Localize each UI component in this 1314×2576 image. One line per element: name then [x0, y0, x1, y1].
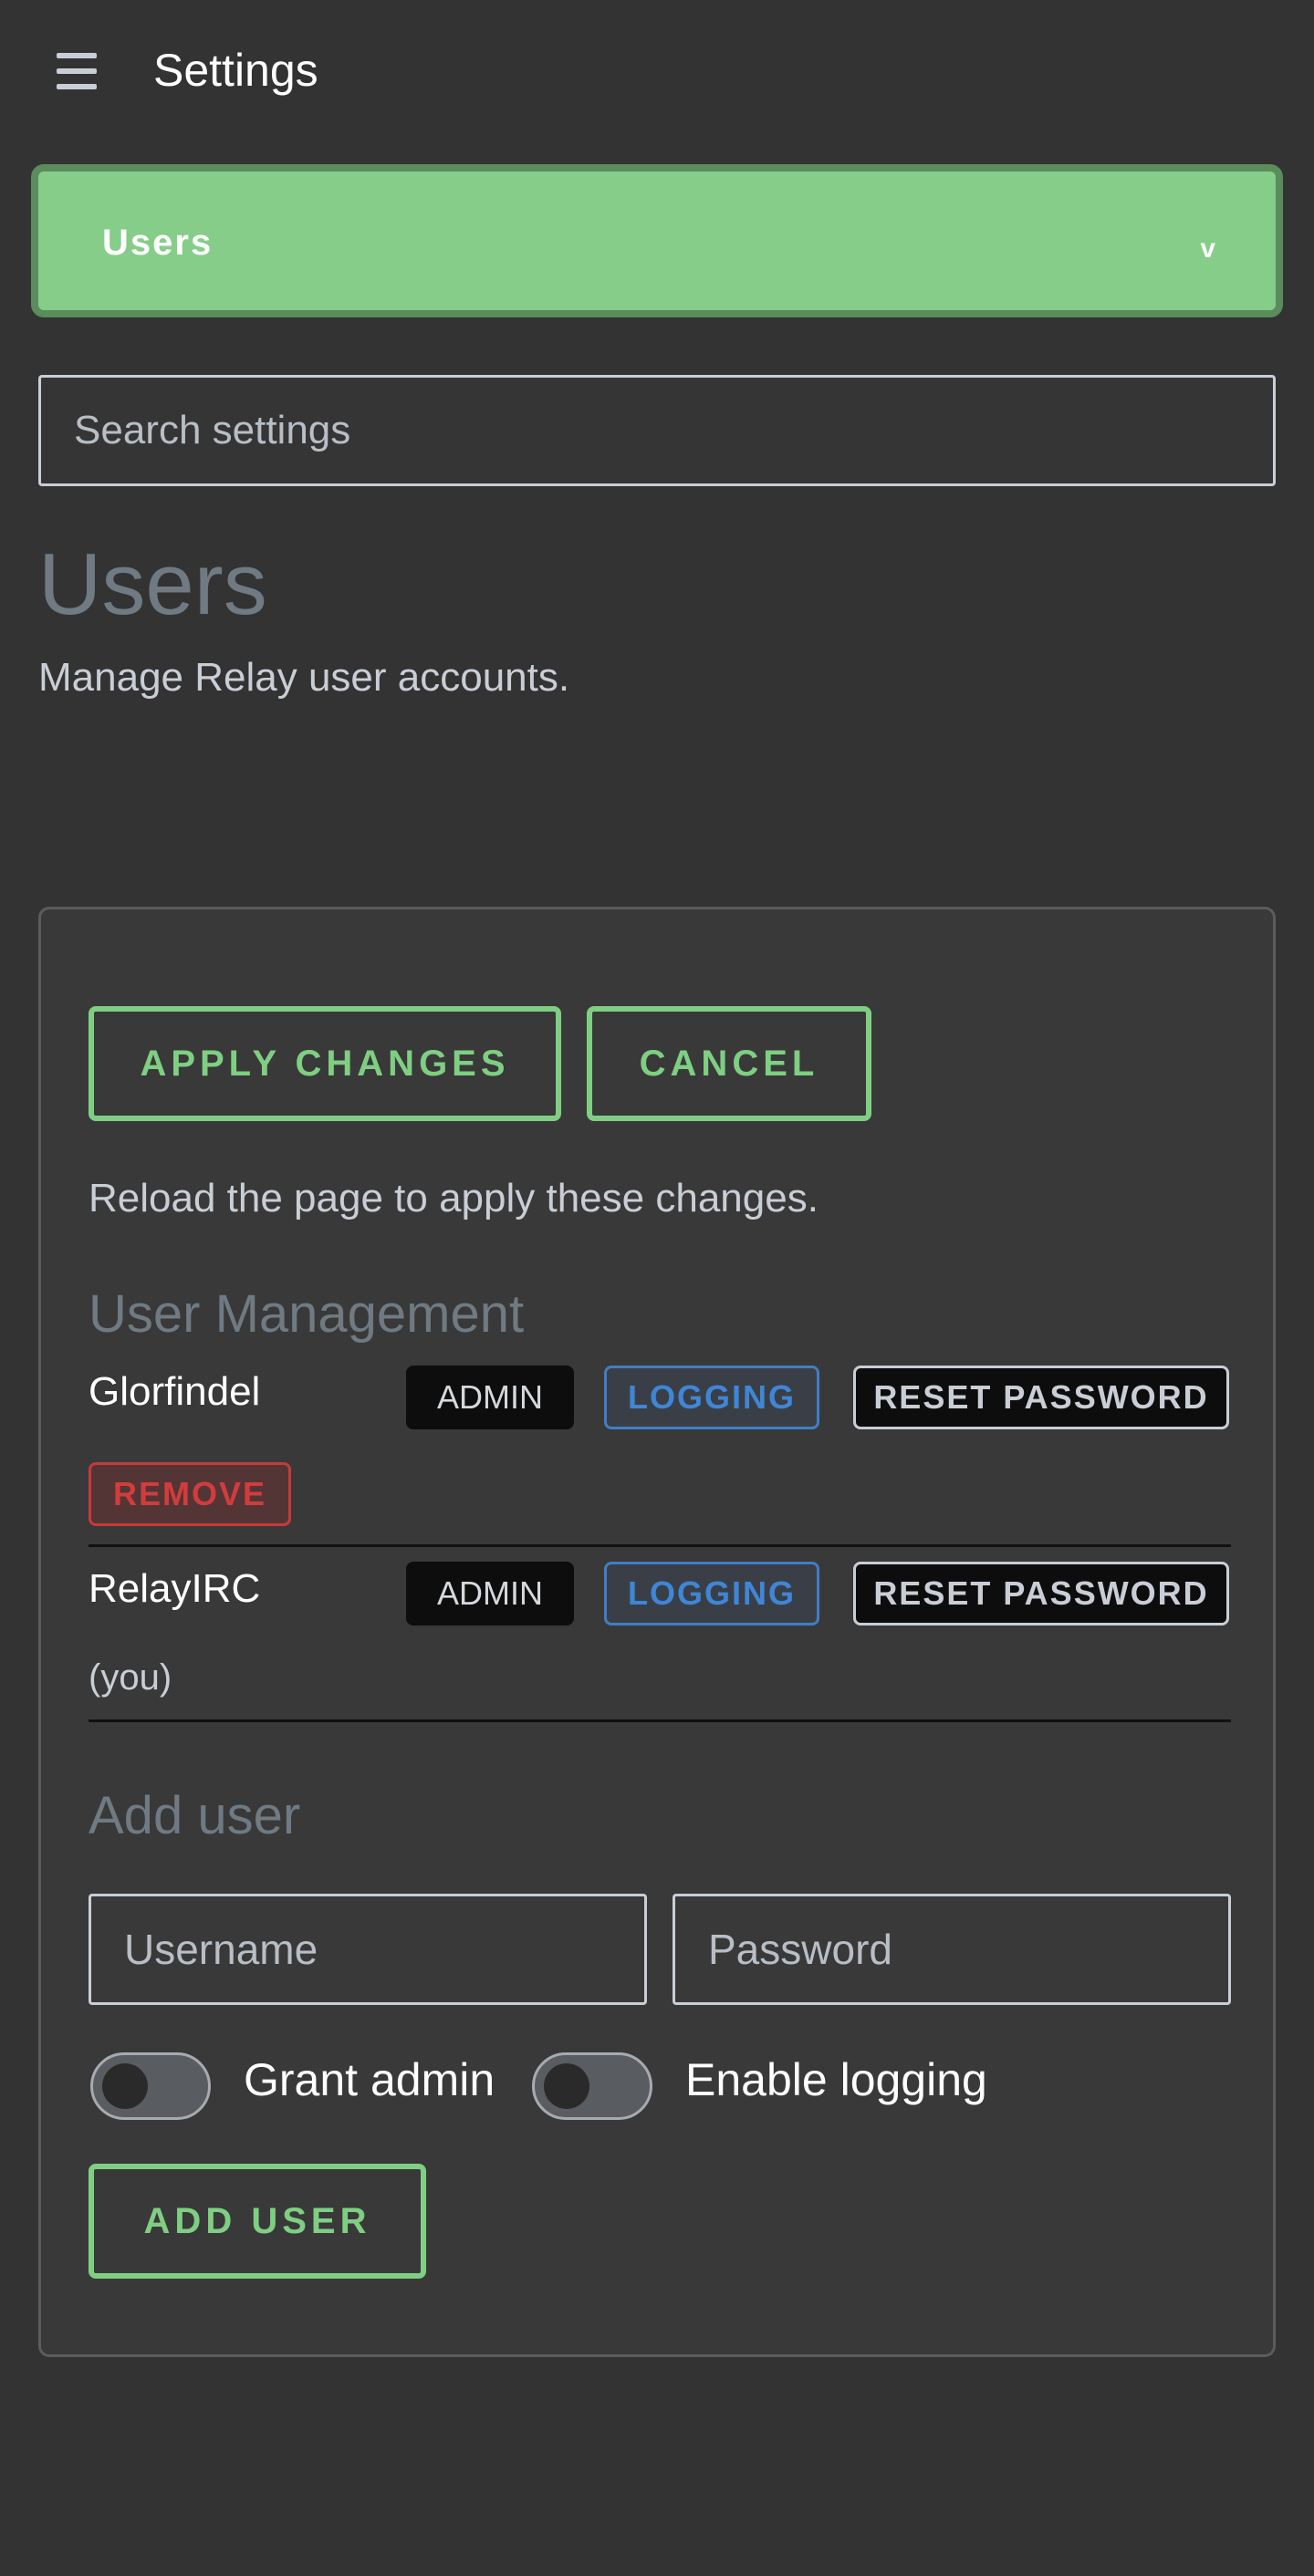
section-description: Manage Relay user accounts.	[38, 655, 570, 700]
enable-logging-toggle[interactable]	[532, 2052, 652, 2120]
menu-icon[interactable]	[57, 53, 97, 89]
section-heading: Users	[38, 535, 267, 633]
current-user-note: (you)	[89, 1657, 172, 1698]
add-user-heading: Add user	[89, 1786, 301, 1845]
grant-admin-label: Grant admin	[244, 2054, 495, 2105]
section-select[interactable]: Users v	[31, 164, 1283, 317]
page-title: Settings	[153, 45, 318, 96]
logging-toggle-button[interactable]: LOGGING	[604, 1562, 819, 1626]
reset-password-button[interactable]: RESET PASSWORD	[853, 1562, 1229, 1626]
admin-toggle-button[interactable]: ADMIN	[406, 1366, 574, 1429]
username-field[interactable]	[89, 1894, 647, 2005]
apply-changes-button[interactable]: APPLY CHANGES	[89, 1006, 561, 1121]
section-select-value: Users	[102, 223, 214, 263]
user-name: RelayIRC	[89, 1566, 261, 1611]
search-input[interactable]	[38, 375, 1276, 486]
logging-toggle-button[interactable]: LOGGING	[604, 1366, 819, 1429]
row-divider	[89, 1544, 1231, 1547]
password-field[interactable]	[673, 1894, 1231, 2005]
grant-admin-toggle[interactable]	[90, 2052, 211, 2120]
reload-note: Reload the page to apply these changes.	[89, 1176, 819, 1220]
user-management-heading: User Management	[89, 1284, 525, 1344]
enable-logging-label: Enable logging	[685, 2054, 987, 2105]
cancel-button[interactable]: CANCEL	[587, 1006, 871, 1121]
add-user-button[interactable]: ADD USER	[89, 2164, 426, 2279]
remove-user-button[interactable]: REMOVE	[89, 1462, 291, 1526]
row-divider	[89, 1719, 1231, 1722]
user-name: Glorfindel	[89, 1369, 261, 1414]
admin-toggle-button[interactable]: ADMIN	[406, 1562, 574, 1626]
chevron-down-icon: v	[1200, 234, 1215, 264]
reset-password-button[interactable]: RESET PASSWORD	[853, 1366, 1229, 1429]
top-bar: Settings	[0, 0, 1314, 146]
users-panel: APPLY CHANGES CANCEL Reload the page to …	[38, 907, 1276, 2357]
